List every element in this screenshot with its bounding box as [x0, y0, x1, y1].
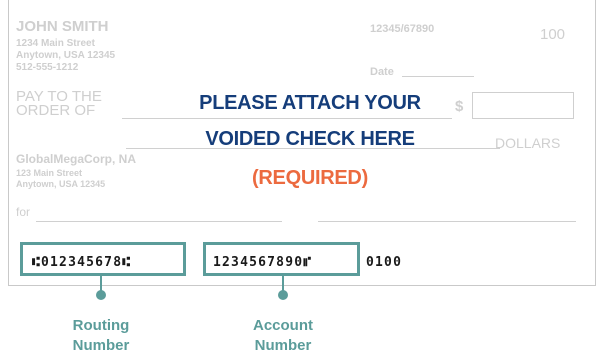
- check-number: 100: [540, 26, 566, 43]
- pay-to-line-2: ORDER OF: [16, 102, 96, 119]
- attach-instruction-line-2: VOIDED CHECK HERE: [205, 128, 415, 150]
- address-line-2: Anytown, USA 12345: [16, 50, 116, 61]
- date-label: Date: [370, 66, 394, 78]
- account-label-line-2: Number: [254, 337, 312, 354]
- bank-address-line-1: 123 Main Street: [16, 168, 83, 178]
- attach-instruction-line-1: PLEASE ATTACH YOUR: [199, 92, 421, 114]
- memo-label: for: [16, 205, 31, 219]
- date-line: [402, 76, 474, 77]
- payee-line: [122, 118, 452, 119]
- routing-label-line-2: Number: [72, 337, 130, 354]
- bank-name: GlobalMegaCorp, NA: [16, 152, 137, 166]
- address-line-1: 1234 Main Street: [16, 38, 95, 49]
- voided-check-illustration: JOHN SMITH 1234 Main Street Anytown, USA…: [0, 0, 598, 360]
- bank-address-line-2: Anytown, USA 12345: [16, 179, 106, 189]
- phone-number: 512-555-1212: [16, 62, 79, 73]
- routing-number-label: Routing Number: [41, 316, 161, 356]
- account-holder-address: 1234 Main Street Anytown, USA 12345 512-…: [16, 38, 115, 74]
- amount-box: [472, 92, 574, 119]
- account-holder-name: JOHN SMITH: [16, 18, 109, 35]
- signature-line: [318, 221, 576, 222]
- required-label: (REQUIRED): [252, 167, 368, 189]
- account-number-label: Account Number: [223, 316, 343, 356]
- account-connector-dot: [278, 290, 288, 300]
- pay-to-label: PAY TO THE ORDER OF: [16, 89, 102, 119]
- routing-connector-dot: [96, 290, 106, 300]
- routing-fraction: 12345/67890: [370, 23, 435, 35]
- micr-routing-number: ⑆012345678⑆: [32, 255, 132, 270]
- micr-check-number: 0100: [366, 255, 403, 270]
- account-label-line-1: Account: [253, 317, 313, 334]
- bank-address: 123 Main Street Anytown, USA 12345: [16, 168, 105, 190]
- dollars-label: DOLLARS: [495, 135, 561, 151]
- memo-line: [36, 221, 282, 222]
- routing-label-line-1: Routing: [72, 317, 130, 334]
- micr-account-number: 1234567890⑈: [213, 255, 313, 270]
